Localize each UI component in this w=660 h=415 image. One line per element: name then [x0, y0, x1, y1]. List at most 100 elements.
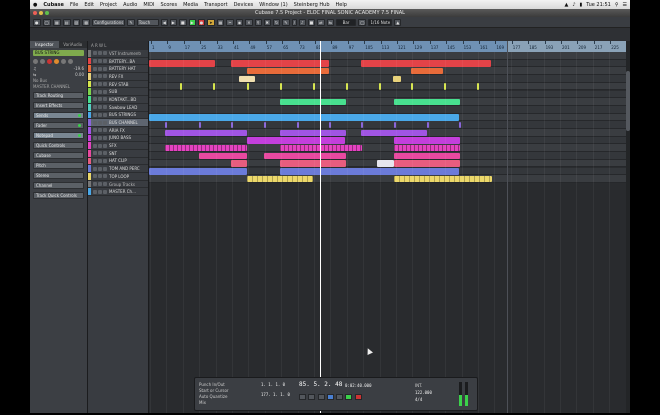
event-clip[interactable]	[280, 144, 362, 152]
mute-icon[interactable]	[33, 59, 38, 64]
activate-project-button[interactable]: ●	[33, 18, 41, 26]
menu-devices[interactable]: Devices	[231, 2, 257, 8]
rewind-button[interactable]	[308, 394, 316, 400]
mute-icon[interactable]	[93, 59, 97, 64]
solo-icon[interactable]	[98, 89, 102, 94]
solo-icon[interactable]	[40, 59, 45, 64]
track-name[interactable]: BATTERY...BA	[109, 59, 141, 64]
section-notepad[interactable]: Notepad	[33, 132, 84, 139]
draw-tool-icon[interactable]: ✎	[282, 18, 290, 26]
menu-audio[interactable]: Audio	[120, 2, 140, 8]
automation-mode-dropdown[interactable]: Touch	[136, 18, 159, 26]
solo-icon[interactable]	[98, 105, 102, 110]
pan-row[interactable]: ⇆ 0.00	[33, 72, 84, 77]
mix-mode[interactable]: Mix	[199, 400, 229, 406]
volume-row[interactable]: ♫ -19.6	[33, 66, 84, 71]
track-name[interactable]: Group Tracks	[109, 182, 141, 187]
event-clip[interactable]	[247, 175, 313, 183]
section-track-quick-controls[interactable]: Track Quick Controls	[33, 192, 84, 199]
record-enable-icon[interactable]	[103, 143, 107, 148]
record-enable-icon[interactable]	[103, 51, 107, 56]
show-inspector-button[interactable]: ▦	[52, 18, 61, 26]
cycle-button[interactable]	[326, 394, 334, 400]
solo-icon[interactable]	[98, 74, 102, 79]
menu-help[interactable]: Help	[333, 2, 350, 8]
snap-to-zero-button[interactable]: ◯	[358, 18, 367, 26]
track-lane[interactable]	[149, 90, 626, 99]
mute-icon[interactable]	[93, 120, 97, 125]
track-row[interactable]: REV FX	[88, 73, 148, 81]
left-locator[interactable]: 1. 1. 1. 0	[261, 382, 285, 387]
play-button-transport[interactable]	[345, 394, 353, 400]
track-name[interactable]: KONTAKT...BD	[109, 97, 141, 102]
section-fader[interactable]: Fader	[33, 122, 84, 129]
solo-icon[interactable]	[98, 158, 102, 163]
vertical-scrollbar[interactable]	[626, 41, 630, 413]
section-track-routing[interactable]: Track Routing	[33, 92, 84, 99]
section-channel[interactable]: Channel	[33, 182, 84, 189]
event-clip[interactable]	[411, 67, 443, 75]
section-pitch[interactable]: Pitch	[33, 162, 84, 169]
record-enable-icon[interactable]	[103, 158, 107, 163]
mute-icon[interactable]	[93, 174, 97, 179]
record-enable-icon[interactable]	[103, 182, 107, 187]
track-row[interactable]: Group Tracks	[88, 180, 148, 189]
time-signature[interactable]: 4/4	[415, 396, 432, 403]
track-lane[interactable]	[149, 175, 626, 183]
menu-project[interactable]: Project	[97, 2, 120, 8]
track-row[interactable]: HAT CLIP	[88, 157, 148, 166]
track-row[interactable]: REV STAB	[88, 80, 148, 89]
range-tool-icon[interactable]: ▦	[216, 18, 225, 26]
track-lane[interactable]	[149, 75, 626, 83]
record-enable-icon[interactable]	[103, 151, 107, 156]
stop-button-transport[interactable]	[336, 394, 344, 400]
track-name[interactable]: SFX	[109, 143, 141, 148]
volume-icon[interactable]: ♪	[572, 2, 575, 8]
record-enable-icon[interactable]	[103, 105, 107, 110]
track-name[interactable]: BUS CHANNEL	[109, 120, 141, 125]
battery-icon[interactable]: ▮	[580, 2, 583, 8]
section-quick-controls[interactable]: Quick Controls	[33, 142, 84, 149]
track-row[interactable]: TOM AND PERC	[88, 165, 148, 173]
erase-tool-icon[interactable]: ✕	[245, 18, 253, 26]
track-row[interactable]: MASTER Ch...	[88, 188, 148, 197]
event-clip[interactable]	[199, 152, 247, 160]
track-name[interactable]: SNT	[109, 151, 141, 156]
color-menu-icon[interactable]: ▲	[394, 18, 402, 26]
record-enable-icon[interactable]	[103, 112, 107, 117]
section-insert-effects[interactable]: Insert Effects	[33, 102, 84, 109]
split-tool-icon[interactable]: ✂	[226, 18, 234, 26]
track-row[interactable]: BATTERY...BA	[88, 57, 148, 66]
record-enable-icon[interactable]	[103, 66, 107, 71]
event-clip[interactable]	[280, 160, 346, 167]
mute-icon[interactable]	[93, 66, 97, 71]
mute-icon[interactable]	[93, 97, 97, 102]
track-name[interactable]: REV STAB	[109, 82, 141, 87]
close-window-icon[interactable]	[33, 11, 37, 15]
object-selection-tool-icon[interactable]: ➤	[207, 18, 215, 26]
inspector-track-name[interactable]: BUS STRING	[33, 50, 84, 56]
menu-media[interactable]: Media	[180, 2, 201, 8]
section-stereo[interactable]: Stereo	[33, 172, 84, 179]
event-clip[interactable]	[180, 83, 182, 90]
play-tool-icon[interactable]: ♪	[298, 18, 306, 26]
record-enable-icon[interactable]	[103, 82, 107, 87]
record-enable-icon[interactable]	[103, 128, 107, 133]
line-tool-icon[interactable]: ∕	[291, 18, 297, 26]
section-sends[interactable]: Sends	[33, 112, 84, 119]
menu-scores[interactable]: Scores	[157, 2, 180, 8]
solo-icon[interactable]	[98, 97, 102, 102]
notifications-icon[interactable]: ☰	[623, 2, 627, 8]
tempo-value[interactable]: 122.000	[415, 389, 432, 396]
mute-icon[interactable]	[93, 112, 97, 117]
timewarp-tool-icon[interactable]: ↻	[272, 18, 281, 26]
read-automation-icon[interactable]	[61, 59, 66, 64]
track-lane[interactable]	[149, 67, 626, 76]
menu-app[interactable]: Cubase	[40, 2, 67, 8]
track-name[interactable]: TOM AND PERC	[109, 166, 141, 171]
event-clip[interactable]	[231, 160, 247, 167]
project-cursor[interactable]	[320, 41, 321, 413]
menu-window[interactable]: Window (1)	[256, 2, 290, 8]
track-name[interactable]: SUB	[109, 89, 141, 94]
record-enable-icon[interactable]	[103, 74, 107, 79]
